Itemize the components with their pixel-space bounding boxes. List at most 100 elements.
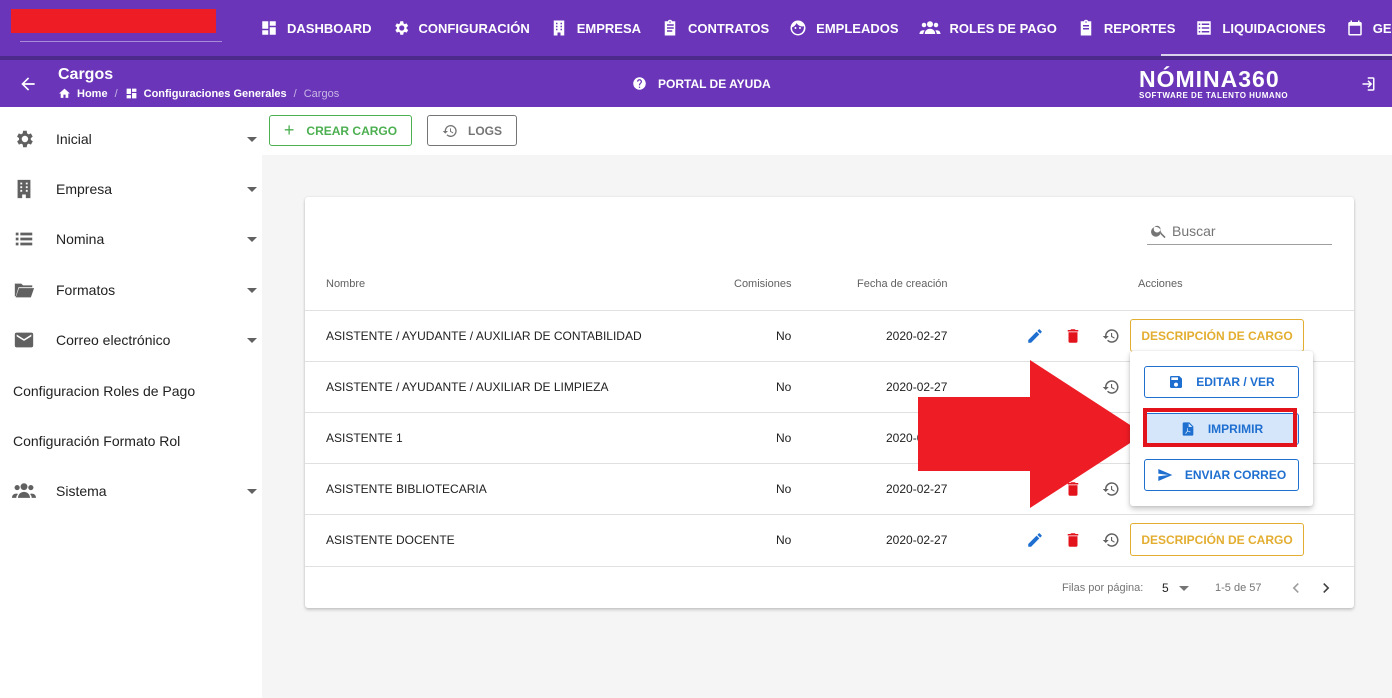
chevron-left-icon[interactable] (1286, 578, 1306, 598)
create-cargo-button[interactable]: + CREAR CARGO (269, 115, 412, 146)
sidebar-item-inicial[interactable]: Inicial (0, 114, 262, 164)
history-icon (442, 124, 457, 137)
breadcrumb-current: Cargos (303, 87, 340, 100)
sidebar-item-correo[interactable]: Correo electrónico (0, 315, 262, 365)
column-header-fecha[interactable]: Fecha de creación (857, 278, 948, 290)
rows-per-page-select[interactable]: 5 (1162, 581, 1169, 595)
annotation-highlight-box (1143, 408, 1297, 447)
plus-icon: + (283, 120, 295, 140)
nav-ges[interactable]: GES (1336, 0, 1392, 56)
chevron-down-icon[interactable] (1179, 586, 1189, 591)
nav-reportes[interactable]: REPORTES (1067, 0, 1186, 56)
cell-name: ASISTENTE / AYUDANTE / AUXILIAR DE LIMPI… (326, 380, 609, 394)
save-icon (1170, 376, 1183, 388)
column-header-acciones: Acciones (1138, 278, 1183, 290)
search-icon (1151, 225, 1166, 238)
nav-empresa[interactable]: EMPRESA (540, 0, 651, 56)
cell-commissions: No (776, 329, 792, 343)
nav-reportes-label: REPORTES (1103, 20, 1176, 36)
cell-commissions: No (776, 482, 792, 496)
chevron-down-icon (247, 186, 257, 192)
edit-icon[interactable] (1025, 326, 1045, 346)
sidebar-item-formatos[interactable]: Formatos (0, 265, 262, 315)
history-icon[interactable] (1101, 326, 1121, 346)
cell-commissions: No (776, 533, 792, 547)
send-email-button[interactable]: ENVIAR CORREO (1144, 459, 1299, 491)
sidebar-item-config-formato-rol[interactable]: Configuración Formato Rol (0, 416, 262, 466)
logout-icon[interactable] (1358, 75, 1376, 93)
brand-name: NÓMINA360 (1139, 66, 1280, 92)
help-portal-link[interactable]: PORTAL DE AYUDA (632, 76, 771, 91)
report-icon (1077, 19, 1095, 37)
history-icon[interactable] (1101, 530, 1121, 550)
breadcrumb-home[interactable]: Home (77, 88, 108, 100)
help-portal-label: PORTAL DE AYUDA (658, 76, 771, 91)
sidebar-item-label: Formatos (56, 282, 116, 298)
sidebar-item-empresa[interactable]: Empresa (0, 164, 262, 214)
search-input[interactable] (1172, 222, 1322, 239)
nav-empleados-label: EMPLEADOS (816, 20, 899, 36)
sidebar-item-label: Inicial (56, 131, 92, 147)
sidebar-item-label: Configuracion Roles de Pago (13, 383, 196, 399)
back-arrow-icon[interactable] (18, 74, 38, 94)
delete-icon[interactable] (1063, 530, 1083, 550)
breadcrumb-configuraciones[interactable]: Configuraciones Generales (144, 88, 287, 100)
annotation-arrow (918, 360, 1144, 508)
cell-created: 2020-02-27 (886, 329, 948, 343)
sidebar-item-config-roles[interactable]: Configuracion Roles de Pago (0, 366, 262, 416)
table-pagination: Filas por página: 5 1-5 de 57 (305, 566, 1354, 608)
column-header-nombre[interactable]: Nombre (326, 278, 365, 290)
send-email-label: ENVIAR CORREO (1184, 468, 1287, 482)
logo-divider (20, 41, 222, 42)
sidebar: Inicial Empresa Nomina Formatos Correo e… (0, 107, 262, 698)
edit-view-button[interactable]: EDITAR / VER (1144, 366, 1299, 398)
send-icon (1158, 469, 1173, 481)
nav-liquidaciones[interactable]: LIQUIDACIONES (1185, 0, 1335, 56)
descripcion-cargo-button[interactable]: DESCRIPCIÓN DE CARGO (1130, 319, 1304, 352)
chevron-down-icon (247, 236, 257, 242)
descripcion-cargo-button[interactable]: DESCRIPCIÓN DE CARGO (1130, 523, 1304, 556)
company-logo-redacted (11, 9, 216, 33)
cell-commissions: No (776, 431, 792, 445)
help-icon (633, 77, 646, 90)
nav-configuracion[interactable]: CONFIGURACIÓN (382, 0, 540, 56)
search-field (1147, 217, 1332, 245)
sidebar-item-sistema[interactable]: Sistema (0, 466, 262, 516)
nav-dashboard-label: DASHBOARD (287, 20, 372, 36)
nav-empresa-label: EMPRESA (576, 20, 642, 36)
nav-configuracion-label: CONFIGURACIÓN (418, 20, 530, 36)
nav-roles-de-pago[interactable]: ROLES DE PAGO (909, 0, 1067, 56)
nav-dashboard[interactable]: DASHBOARD (250, 0, 382, 56)
cell-name: ASISTENTE BIBLIOTECARIA (326, 482, 487, 496)
cell-name: ASISTENTE / AYUDANTE / AUXILIAR DE CONTA… (326, 329, 642, 343)
nav-roles-de-pago-label: ROLES DE PAGO (949, 20, 1057, 36)
logs-button[interactable]: LOGS (427, 115, 517, 146)
dashboard-icon (126, 88, 136, 99)
column-header-comisiones[interactable]: Comisiones (734, 278, 791, 290)
edit-view-label: EDITAR / VER (1196, 375, 1275, 389)
chevron-down-icon (247, 337, 257, 343)
nav-liquidaciones-label: LIQUIDACIONES (1222, 20, 1326, 36)
edit-icon[interactable] (1025, 530, 1045, 550)
brand-logo: NÓMINA360 SOFTWARE DE TALENTO HUMANO (1139, 66, 1288, 101)
face-icon (789, 19, 807, 37)
cell-created: 2020-02-27 (886, 533, 948, 547)
chevron-down-icon (247, 488, 257, 494)
sidebar-item-nomina[interactable]: Nomina (0, 214, 262, 264)
delete-icon[interactable] (1063, 326, 1083, 346)
list-icon (1195, 19, 1213, 37)
chevron-right-icon[interactable] (1316, 578, 1336, 598)
nav-empleados[interactable]: EMPLEADOS (779, 0, 908, 56)
top-navbar: DASHBOARD CONFIGURACIÓN EMPRESA CONTRATO… (0, 0, 1392, 57)
gear-icon (12, 127, 36, 151)
nav-contratos-label: CONTRATOS (688, 20, 770, 36)
building-icon (550, 19, 568, 37)
breadcrumb-separator: / (114, 87, 118, 100)
logs-label: LOGS (467, 123, 502, 138)
nav-contratos[interactable]: CONTRATOS (651, 0, 779, 56)
mail-icon (12, 328, 36, 352)
cell-commissions: No (776, 380, 792, 394)
action-toolbar: + CREAR CARGO LOGS (262, 107, 1392, 155)
dashboard-icon (260, 19, 278, 37)
create-cargo-label: CREAR CARGO (306, 123, 398, 138)
